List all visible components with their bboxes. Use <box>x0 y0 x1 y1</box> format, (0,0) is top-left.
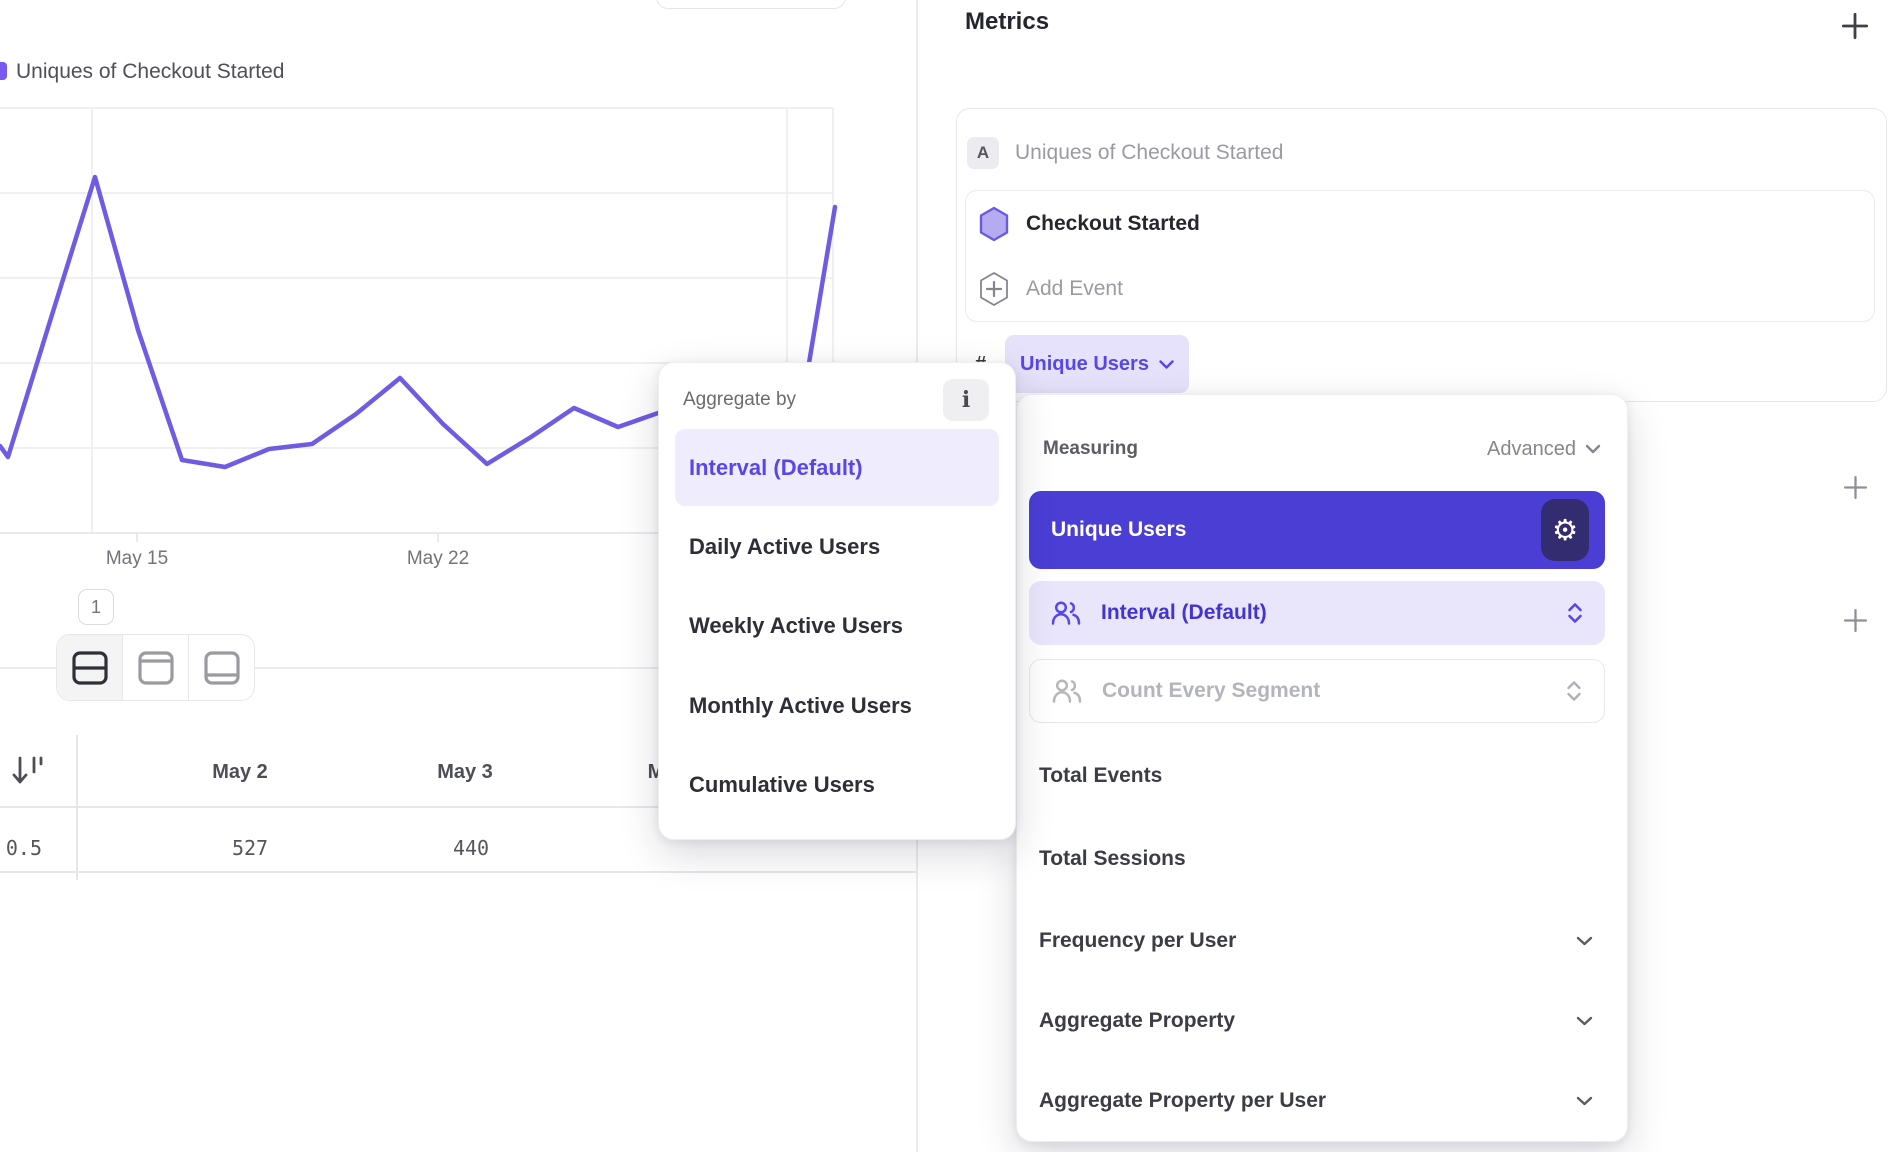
view-chart-button[interactable] <box>122 635 188 700</box>
option-label: Frequency per User <box>1039 929 1236 953</box>
aggregate-option-daily-active-users[interactable]: Daily Active Users <box>689 530 880 564</box>
table-row-label: 0.5 <box>0 833 42 863</box>
info-icon[interactable]: i <box>943 379 989 421</box>
chevron-down-icon <box>1576 1016 1593 1026</box>
gear-icon[interactable]: ⚙ <box>1541 499 1589 561</box>
view-table-button[interactable] <box>188 635 254 700</box>
event-hexagon-icon <box>978 206 1010 242</box>
option-label: Total Events <box>1039 764 1162 788</box>
table-cell: 527 <box>160 833 340 863</box>
event-row[interactable]: Checkout Started <box>978 191 1200 256</box>
metrics-section-title: Metrics <box>965 8 1049 36</box>
option-label: Monthly Active Users <box>689 693 912 719</box>
unfold-icon <box>1567 602 1583 624</box>
legend-swatch <box>0 62 7 80</box>
metric-name[interactable]: Uniques of Checkout Started <box>1015 141 1284 165</box>
view-split-button[interactable] <box>57 635 122 700</box>
option-label: Total Sessions <box>1039 847 1186 871</box>
aggregate-option-weekly-active-users[interactable]: Weekly Active Users <box>689 609 903 643</box>
measuring-title: Measuring <box>1043 438 1138 460</box>
users-icon <box>1052 678 1082 704</box>
aggregate-by-popup: Aggregate by i Interval (Default) Daily … <box>658 362 1016 840</box>
measurement-chip-label: Unique Users <box>1020 353 1149 376</box>
sort-icon[interactable] <box>10 755 48 787</box>
measuring-option-unique-users[interactable]: Unique Users ⚙ <box>1029 491 1605 569</box>
add-filter-button[interactable] <box>1843 475 1868 500</box>
add-event-hexagon-icon <box>978 271 1010 307</box>
option-label: Interval (Default) <box>689 455 863 481</box>
unfold-icon <box>1566 680 1582 702</box>
measuring-option-aggregate-property-per-user[interactable]: Aggregate Property per User <box>1039 1083 1593 1119</box>
x-axis-label: May 22 <box>393 548 483 570</box>
option-label: Aggregate Property per User <box>1039 1089 1326 1113</box>
table-view-icon <box>204 651 240 685</box>
aggregate-option-cumulative-users[interactable]: Cumulative Users <box>689 768 875 802</box>
option-label: Cumulative Users <box>689 772 875 798</box>
interval-row-label: Interval (Default) <box>1101 601 1547 625</box>
measuring-option-frequency-per-user[interactable]: Frequency per User <box>1039 923 1593 959</box>
measuring-popup: Measuring Advanced Unique Users ⚙ <box>1016 394 1628 1142</box>
count-row-label: Count Every Segment <box>1102 679 1546 703</box>
option-label: Weekly Active Users <box>689 613 903 639</box>
aggregate-option-monthly-active-users[interactable]: Monthly Active Users <box>689 689 912 723</box>
option-label: Daily Active Users <box>689 534 880 560</box>
view-layout-toggle <box>56 634 255 701</box>
table-cell: 440 <box>381 833 561 863</box>
chevron-down-icon <box>1159 360 1174 369</box>
chevron-down-icon <box>1576 1096 1593 1106</box>
legend-label: Uniques of Checkout Started <box>16 60 285 84</box>
measuring-header: Measuring Advanced <box>1043 435 1601 463</box>
option-label: Aggregate Property <box>1039 1009 1235 1033</box>
metric-letter-badge: A <box>967 137 999 169</box>
chart-view-icon <box>138 651 174 685</box>
event-card: Checkout Started Add Event <box>965 190 1875 322</box>
x-axis-label: May 15 <box>92 548 182 570</box>
aggregate-by-title: Aggregate by <box>683 389 796 411</box>
table-col-header[interactable]: May 3 <box>375 752 555 792</box>
add-event-label: Add Event <box>1026 277 1123 301</box>
add-event-row[interactable]: Add Event <box>978 256 1123 321</box>
split-view-icon <box>72 651 108 685</box>
measuring-option-total-events[interactable]: Total Events <box>1039 758 1593 794</box>
add-metric-button[interactable] <box>1841 12 1869 40</box>
advanced-toggle[interactable]: Advanced <box>1487 438 1601 461</box>
measuring-option-aggregate-property[interactable]: Aggregate Property <box>1039 1003 1593 1039</box>
top-partial-button[interactable] <box>656 0 846 9</box>
metric-card: A Uniques of Checkout Started Checkout S… <box>956 108 1887 402</box>
users-icon <box>1051 600 1081 626</box>
table-column-divider <box>76 735 78 880</box>
chevron-down-icon <box>1585 444 1601 454</box>
series-page-badge[interactable]: 1 <box>78 589 114 625</box>
measurement-chip[interactable]: Unique Users <box>1005 335 1189 393</box>
table-col-header[interactable]: May 2 <box>150 752 330 792</box>
aggregate-option-interval[interactable]: Interval (Default) <box>675 429 999 506</box>
insights-report-screen: Uniques of Checkout Started May 15 May 2… <box>0 0 1898 1152</box>
add-breakdown-button[interactable] <box>1843 608 1868 633</box>
interval-selector-row[interactable]: Interval (Default) <box>1029 581 1605 645</box>
advanced-label: Advanced <box>1487 438 1576 461</box>
chevron-down-icon <box>1576 936 1593 946</box>
table-row-border <box>0 871 916 873</box>
event-name: Checkout Started <box>1026 212 1200 236</box>
measuring-option-total-sessions[interactable]: Total Sessions <box>1039 841 1593 877</box>
unique-users-label: Unique Users <box>1051 518 1186 542</box>
count-every-segment-row[interactable]: Count Every Segment <box>1029 659 1605 723</box>
